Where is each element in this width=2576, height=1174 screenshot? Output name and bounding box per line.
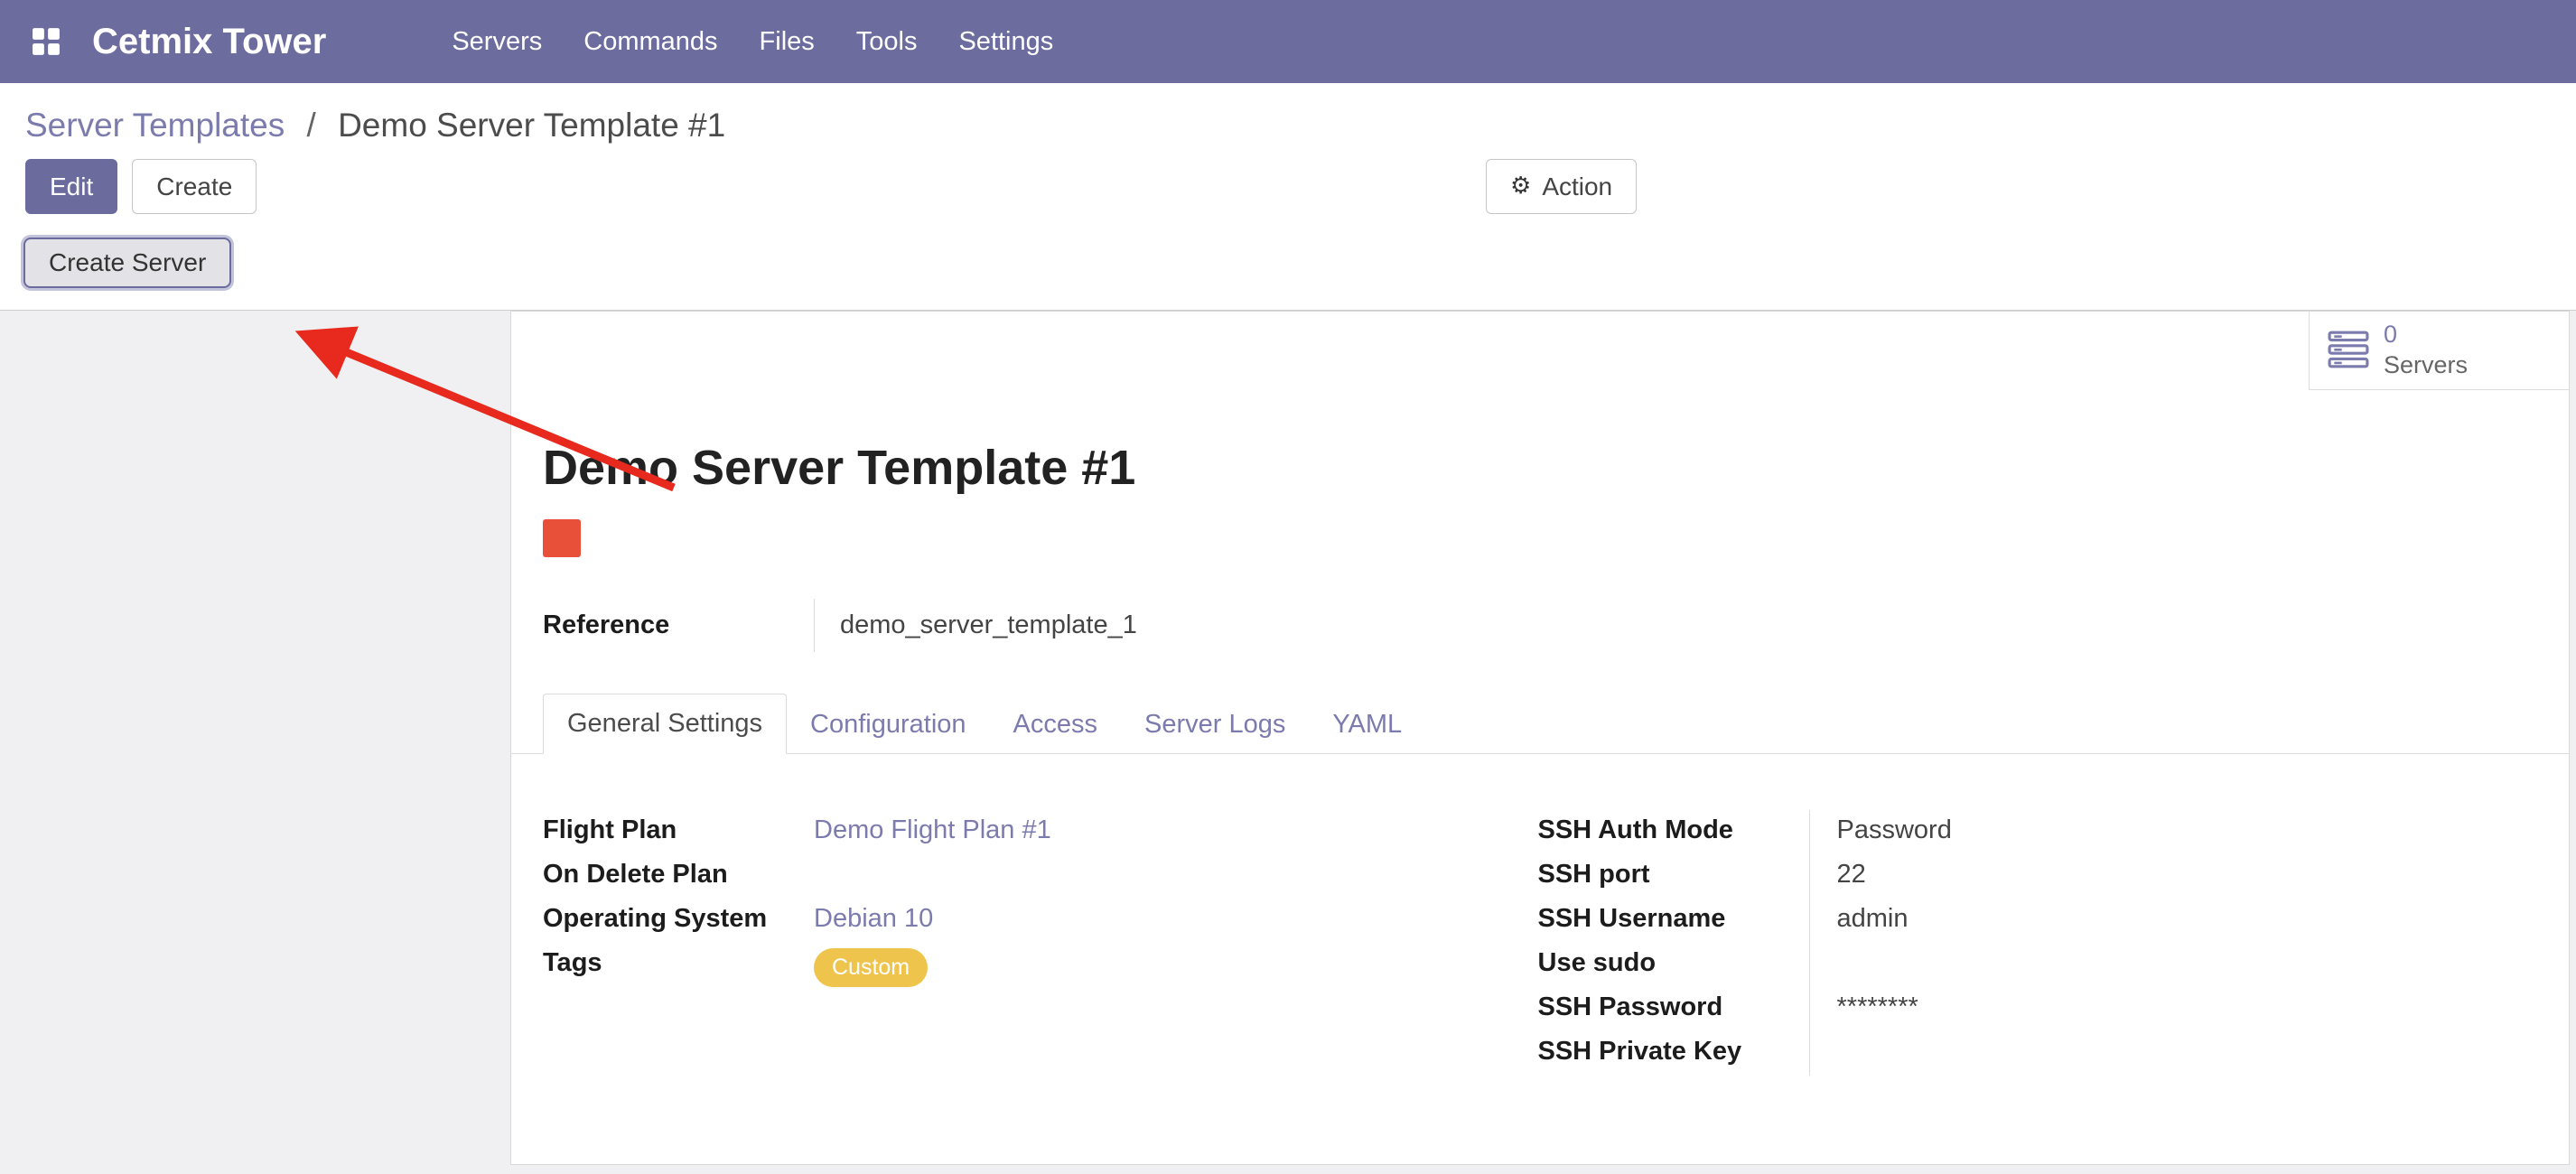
- action-button-label: Action: [1542, 171, 1612, 202]
- breadcrumb: Server Templates / Demo Server Template …: [0, 83, 2576, 150]
- ssh-port-value: 22: [1809, 854, 2534, 899]
- operating-system-value-link[interactable]: Debian 10: [814, 904, 933, 933]
- field-groups: Flight Plan Demo Flight Plan #1 On Delet…: [543, 810, 2533, 1076]
- ssh-password-value: ********: [1809, 987, 2534, 1031]
- action-button[interactable]: ⚙ Action: [1486, 159, 1637, 214]
- form-statusbar: Create Server: [0, 223, 2576, 311]
- brand[interactable]: Cetmix Tower: [92, 22, 326, 62]
- create-button[interactable]: Create: [132, 159, 257, 214]
- field-row-ssh-auth-mode: SSH Auth Mode Password: [1538, 810, 2534, 854]
- nav-item-settings[interactable]: Settings: [938, 0, 1074, 83]
- nav-item-files[interactable]: Files: [739, 0, 835, 83]
- ssh-port-label: SSH port: [1538, 854, 1809, 899]
- create-server-button[interactable]: Create Server: [23, 238, 231, 288]
- apps-grid-icon-svg: [32, 27, 61, 56]
- field-group-left: Flight Plan Demo Flight Plan #1 On Delet…: [543, 810, 1538, 1076]
- page: Cetmix Tower Servers Commands Files Tool…: [0, 0, 2576, 1174]
- reference-value: demo_server_template_1: [814, 599, 1137, 652]
- field-row-flight-plan: Flight Plan Demo Flight Plan #1: [543, 810, 1538, 854]
- reference-row: Reference demo_server_template_1: [543, 599, 2533, 652]
- on-delete-plan-value: [814, 854, 1538, 899]
- servers-icon: [2328, 331, 2369, 371]
- tab-bar: General Settings Configuration Access Se…: [511, 694, 2569, 754]
- apps-grid-icon[interactable]: [23, 19, 69, 64]
- field-row-ssh-password: SSH Password ********: [1538, 987, 2534, 1031]
- ssh-private-key-label: SSH Private Key: [1538, 1031, 1809, 1076]
- control-panel-buttons: Edit Create ⚙ Action: [0, 150, 2576, 223]
- use-sudo-value: [1809, 943, 2534, 987]
- servers-count: 0: [2384, 320, 2397, 350]
- field-row-ssh-username: SSH Username admin: [1538, 899, 2534, 943]
- field-row-tags: Tags Custom: [543, 943, 1538, 987]
- content-area: 0 Servers Demo Server Template #1 Refere…: [0, 311, 2576, 1174]
- form-sheet: 0 Servers Demo Server Template #1 Refere…: [510, 311, 2570, 1165]
- nav-item-servers[interactable]: Servers: [431, 0, 563, 83]
- gear-icon: ⚙: [1510, 172, 1531, 201]
- servers-stat-button[interactable]: 0 Servers: [2328, 320, 2468, 381]
- breadcrumb-current: Demo Server Template #1: [338, 107, 725, 144]
- ssh-auth-mode-value: Password: [1809, 810, 2534, 854]
- tab-server-logs[interactable]: Server Logs: [1121, 695, 1309, 754]
- tags-label: Tags: [543, 943, 814, 987]
- sheet-inner: Demo Server Template #1 Reference demo_s…: [511, 440, 2569, 1076]
- field-row-ssh-port: SSH port 22: [1538, 854, 2534, 899]
- edit-button[interactable]: Edit: [25, 159, 117, 214]
- field-row-ssh-private-key: SSH Private Key: [1538, 1031, 2534, 1076]
- tab-general-settings[interactable]: General Settings: [543, 694, 787, 754]
- stat-button-box: 0 Servers: [2309, 312, 2569, 390]
- tab-yaml[interactable]: YAML: [1309, 695, 1425, 754]
- ssh-password-label: SSH Password: [1538, 987, 1809, 1031]
- flight-plan-value-link[interactable]: Demo Flight Plan #1: [814, 815, 1051, 844]
- operating-system-label: Operating System: [543, 899, 814, 943]
- ssh-username-value: admin: [1809, 899, 2534, 943]
- main-menu: Servers Commands Files Tools Settings: [431, 0, 1074, 83]
- nav-item-tools[interactable]: Tools: [835, 0, 938, 83]
- ssh-username-label: SSH Username: [1538, 899, 1809, 943]
- on-delete-plan-label: On Delete Plan: [543, 854, 814, 899]
- tab-configuration[interactable]: Configuration: [787, 695, 990, 754]
- field-group-right: SSH Auth Mode Password SSH port 22 SSH U…: [1538, 810, 2534, 1076]
- servers-count-label: Servers: [2384, 350, 2468, 381]
- tag-badge-custom: Custom: [814, 948, 928, 987]
- flight-plan-label: Flight Plan: [543, 810, 814, 854]
- record-title: Demo Server Template #1: [543, 440, 2533, 496]
- field-row-operating-system: Operating System Debian 10: [543, 899, 1538, 943]
- field-row-on-delete-plan: On Delete Plan: [543, 854, 1538, 899]
- field-row-use-sudo: Use sudo: [1538, 943, 2534, 987]
- ssh-auth-mode-label: SSH Auth Mode: [1538, 810, 1809, 854]
- breadcrumb-separator: /: [307, 107, 316, 144]
- tab-access[interactable]: Access: [990, 695, 1121, 754]
- top-navbar: Cetmix Tower Servers Commands Files Tool…: [0, 0, 2576, 83]
- use-sudo-label: Use sudo: [1538, 943, 1809, 987]
- record-color-swatch: [543, 519, 581, 557]
- ssh-private-key-value: [1809, 1031, 2534, 1076]
- reference-label: Reference: [543, 599, 814, 652]
- nav-item-commands[interactable]: Commands: [563, 0, 738, 83]
- breadcrumb-parent-link[interactable]: Server Templates: [25, 107, 285, 144]
- stat-text: 0 Servers: [2384, 320, 2468, 381]
